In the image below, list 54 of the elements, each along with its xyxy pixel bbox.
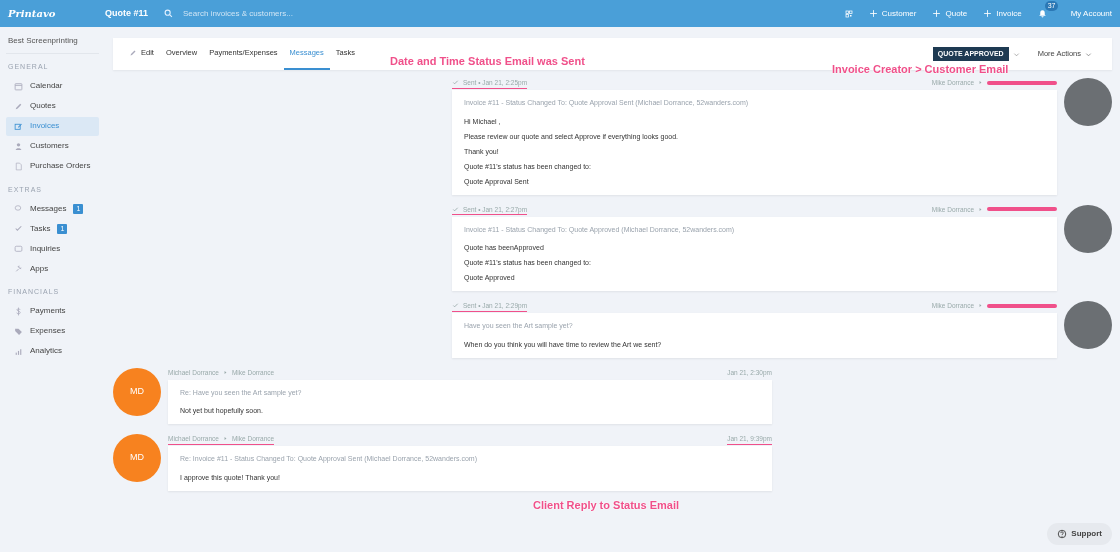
sidebar-item[interactable]: Calendar xyxy=(6,76,99,96)
plus-icon xyxy=(868,9,878,18)
arrow-icon xyxy=(978,206,983,212)
person-icon xyxy=(14,141,23,151)
document-icon xyxy=(14,161,23,171)
edit-icon xyxy=(14,121,23,131)
check-icon xyxy=(452,79,459,87)
arrow-icon xyxy=(978,303,983,309)
caret-icon xyxy=(1012,50,1020,58)
tag-icon xyxy=(14,326,23,336)
redaction-bar xyxy=(987,207,1057,212)
sidebar-item[interactable]: Customers xyxy=(6,136,99,156)
check-icon xyxy=(452,205,459,213)
avatar-placeholder xyxy=(1064,204,1112,253)
annotation-label: Client Reply to Status Email xyxy=(533,498,680,513)
arrow-icon xyxy=(222,436,228,442)
search-field[interactable]: Search invoices & customers... xyxy=(181,6,382,21)
sidebar-item[interactable]: Apps xyxy=(6,259,99,278)
sidebar-item[interactable]: Analytics xyxy=(6,341,99,361)
sidebar-item[interactable]: Quotes xyxy=(6,96,99,116)
page-title: Quote #11 xyxy=(105,6,149,20)
plus-icon xyxy=(983,9,993,18)
search-icon xyxy=(164,9,174,18)
bar-chart-icon xyxy=(14,346,23,356)
sidebar-item[interactable]: Purchase Orders xyxy=(6,156,99,176)
check-icon xyxy=(14,224,23,233)
company-name: Best Screenprinting xyxy=(6,33,99,54)
calendar-icon xyxy=(14,81,23,91)
arrow-icon xyxy=(978,80,983,86)
chat-icon xyxy=(14,204,23,213)
sidebar-item[interactable]: Expenses xyxy=(6,321,99,341)
avatar-placeholder xyxy=(1064,78,1112,126)
pencil-icon xyxy=(129,49,137,57)
help-icon xyxy=(1057,529,1068,539)
plus-icon xyxy=(932,9,942,18)
caret-icon xyxy=(1085,50,1092,58)
redaction-bar xyxy=(987,303,1057,308)
plug-icon xyxy=(14,264,23,273)
qr-code-icon xyxy=(844,9,853,18)
annotation-label: Invoice Creator > Customer Email xyxy=(832,62,1009,77)
dollar-icon xyxy=(14,306,23,316)
redaction-bar xyxy=(987,80,1057,85)
arrow-icon xyxy=(222,369,228,375)
bell-icon xyxy=(1037,8,1047,18)
sidebar-item[interactable]: Inquiries xyxy=(6,239,99,258)
sidebar-item[interactable]: Payments xyxy=(6,301,99,321)
avatar: MD xyxy=(113,434,161,482)
inbox-icon xyxy=(14,244,23,253)
annotation-label: Date and Time Status Email was Sent xyxy=(390,54,585,69)
support-button[interactable]: Support xyxy=(1047,523,1112,545)
pencil-icon xyxy=(14,101,23,111)
check-icon xyxy=(452,302,459,310)
avatar: MD xyxy=(113,367,161,416)
avatar-placeholder xyxy=(1064,301,1112,349)
